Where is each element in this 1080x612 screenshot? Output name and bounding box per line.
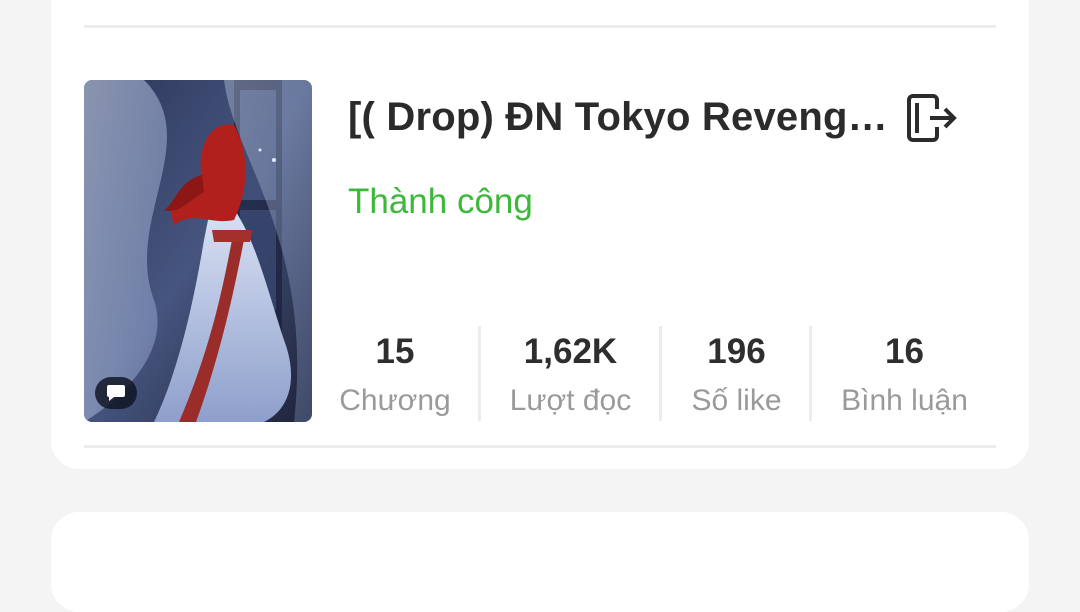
stat-label: Chương — [339, 384, 451, 417]
stat-value: 196 — [707, 332, 766, 371]
status-text: Thành công — [348, 182, 533, 221]
story-title[interactable]: [( Drop) ĐN Tokyo Revenge… — [348, 95, 893, 140]
story-stats: 15 Chương 1,62K Lượt đọc 196 Số like 16 … — [320, 324, 1000, 422]
stat-comments: 16 Bình luận — [814, 324, 995, 422]
stat-likes: 196 Số like — [664, 324, 809, 422]
divider — [84, 445, 996, 448]
exit-icon[interactable] — [902, 92, 960, 146]
divider — [84, 25, 996, 28]
stat-value: 16 — [885, 332, 924, 371]
stat-chapters: 15 Chương — [320, 324, 470, 422]
stat-divider — [809, 326, 812, 421]
stat-value: 1,62K — [523, 332, 618, 371]
comment-icon — [95, 377, 137, 409]
stat-label: Số like — [691, 384, 782, 417]
stat-divider — [659, 326, 662, 421]
story-cover-image[interactable] — [84, 80, 312, 422]
next-story-card[interactable] — [51, 512, 1029, 612]
cover-illustration — [84, 80, 312, 422]
stat-divider — [478, 326, 481, 421]
stat-value: 15 — [375, 332, 415, 371]
stat-label: Bình luận — [841, 384, 968, 417]
stat-reads: 1,62K Lượt đọc — [483, 324, 658, 422]
stat-label: Lượt đọc — [509, 384, 632, 417]
